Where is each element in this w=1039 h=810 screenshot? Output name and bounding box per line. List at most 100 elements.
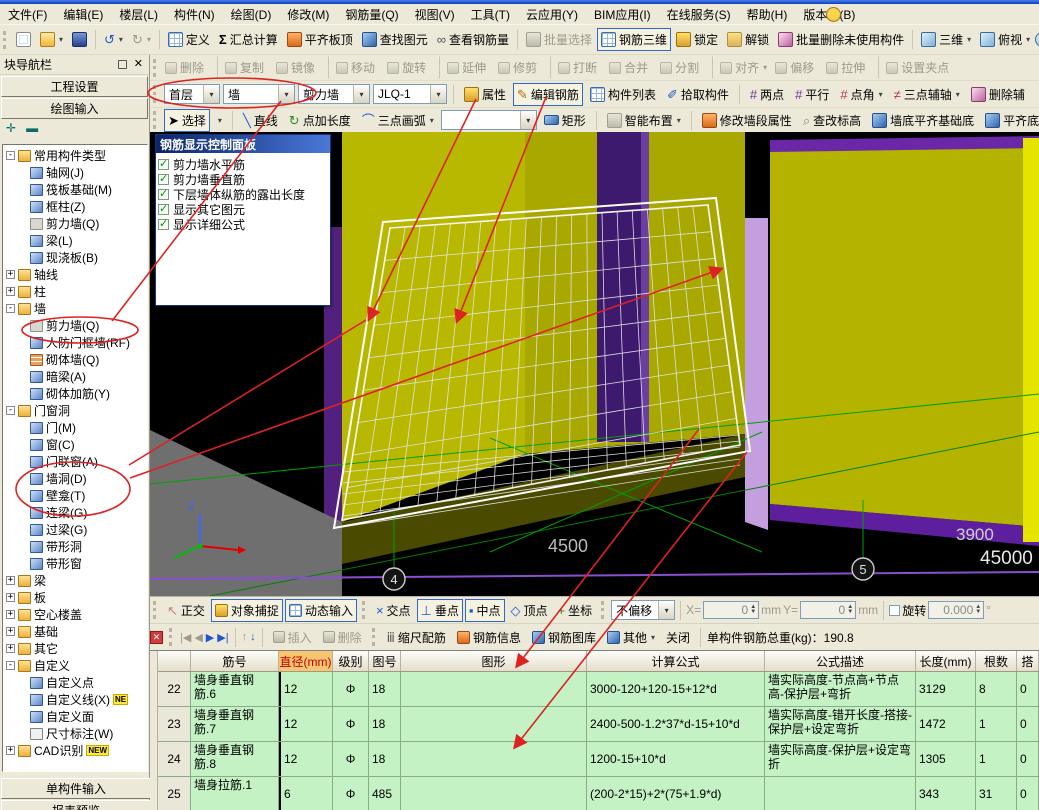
toolbar-handle[interactable] [371,628,377,646]
batch-select-button[interactable]: 批量选择 [522,28,596,51]
menu-item[interactable]: 工具(T) [463,4,518,25]
panel-option[interactable]: ✓ 显示其它图元 [158,202,328,217]
rebar-name-cell[interactable]: 墙身垂直钢筋.6 [191,672,279,706]
tree-item[interactable]: 连梁(G) [3,504,147,521]
expand-toggle[interactable]: + [6,644,15,653]
menu-item[interactable]: 视图(V) [407,4,463,25]
tree-item[interactable]: - 自定义 [3,657,147,674]
rotate-input[interactable]: 0.000 ▲ ▼ [928,601,985,619]
length-cell[interactable]: 1305 [916,742,976,776]
expand-all-icon[interactable]: ✛ [6,121,16,135]
toolbar-handle[interactable] [153,58,158,77]
point-angle-axis-button[interactable]: # 点角 ▾ [836,83,886,106]
row-number[interactable]: 25 [158,777,191,810]
count-cell[interactable]: 1 [976,742,1017,776]
count-cell[interactable]: 1 [976,707,1017,741]
coordinate-button[interactable]: + 坐标 [554,599,597,622]
select-button[interactable]: ➤ 选择 [164,108,210,132]
menu-item[interactable]: 编辑(E) [55,4,111,25]
checkbox-checked-icon[interactable]: ✓ [158,189,169,200]
row-number[interactable]: 22 [158,672,191,706]
two-points-axis-button[interactable]: # 两点 [746,83,788,106]
tree-item[interactable]: 砌体墙(Q) [3,351,147,368]
formula-desc-cell[interactable]: 墙实际高度-错开长度-搭接-保护层+设定弯折 [765,707,916,741]
close-editor-icon[interactable]: ✕ [150,630,163,644]
expand-toggle[interactable]: - [6,661,15,670]
expand-toggle[interactable]: - [6,304,15,313]
tab-report-preview[interactable]: 报表预览 [1,800,151,810]
menu-item[interactable]: 构件(N) [166,4,223,25]
edit-tool-button[interactable]: 延伸 [439,56,494,79]
menu-item[interactable]: 钢筋量(Q) [337,4,406,25]
level-cell[interactable]: Φ [333,672,369,706]
edit-tool-button[interactable]: 合并 [605,56,656,79]
tree-item[interactable]: - 常用构件类型 [3,147,147,164]
category-select[interactable]: 墙 ▾ [223,84,295,104]
helper-avatar-icon[interactable] [826,7,841,22]
align-slab-top-button[interactable]: 平齐板顶 [283,28,357,51]
rebar-info-button[interactable]: 钢筋信息 [453,626,525,649]
tree-item[interactable]: 门联窗(A) [3,453,147,470]
lap-cell[interactable]: 0 [1017,742,1039,776]
offset-mode-select[interactable]: 不偏移 ▾ [611,600,676,620]
formula-desc-cell[interactable] [765,777,916,810]
menu-item[interactable]: 在线服务(S) [659,4,739,25]
tree-item[interactable]: 剪力墙(Q) [3,317,147,334]
lap-cell[interactable]: 0 [1017,707,1039,741]
row-number[interactable]: 23 [158,707,191,741]
vertex-snap-button[interactable]: ◇ 顶点 [507,599,552,622]
diameter-cell[interactable]: 6 [279,777,333,810]
open-file-button[interactable]: ▾ [36,29,67,50]
panel-option[interactable]: ✓ 显示详细公式 [158,217,328,232]
close-icon[interactable]: ✕ [132,59,145,70]
level-cell[interactable]: Φ [333,742,369,776]
check-elevation-button[interactable]: ⌕ 查改标高 [799,109,865,132]
last-row-button[interactable]: ▶| [217,631,228,644]
tree-item[interactable]: + 轴线 [3,266,147,283]
point-add-length-button[interactable]: ↻ 点加长度 [285,109,355,132]
lap-cell[interactable]: 0 [1017,672,1039,706]
table-row[interactable]: 25 墙身拉筋.1 6 Φ 485 170 (200-2*15)+2*(75+1… [158,777,1039,810]
edit-tool-button[interactable]: 修剪 [494,56,545,79]
menu-item[interactable]: 绘图(D) [223,4,280,25]
delete-row-button[interactable]: 删除 [319,626,366,649]
prev-row-button[interactable]: ◀ [194,631,202,644]
tree-item[interactable]: + 基础 [3,623,147,640]
midpoint-snap-button[interactable]: ▪ 中点 [464,598,505,622]
toolbar-handle[interactable] [153,85,158,103]
shape-cell[interactable]: 120 1185 [401,742,587,776]
arc-3pt-button[interactable]: ⌒ 三点画弧 ▾ [358,109,438,132]
arc-mode-select[interactable]: ▾ [440,110,537,130]
tree-item[interactable]: 剪力墙(Q) [3,215,147,232]
toolbar-handle[interactable] [169,628,174,646]
edit-tool-button[interactable]: 拉伸 [822,56,873,79]
diameter-cell[interactable]: 12 [279,672,333,706]
menu-item[interactable]: 楼层(L) [111,4,166,25]
object-snap-button[interactable]: 对象捕捉 [210,598,283,622]
shape-cell[interactable]: 170 [401,777,587,810]
undo-button[interactable]: ↺ ▾ [100,30,127,49]
move-up-button[interactable]: ↑ [242,631,248,643]
tree-item[interactable]: 带形洞 [3,538,147,555]
tree-item[interactable]: 暗梁(A) [3,368,147,385]
tree-item[interactable]: 自定义面 [3,708,147,725]
define-button[interactable]: 定义 [164,28,214,51]
table-row[interactable]: 24 墙身垂直钢筋.8 12 Φ 18 120 1185 1200-15+10*… [158,742,1039,777]
tree-item[interactable]: 门(M) [3,419,147,436]
length-cell[interactable]: 343 [916,777,976,810]
edit-tool-button[interactable]: 删除 [161,56,212,79]
tree-item[interactable]: + CAD识别 NEW [3,742,147,759]
zoom-icon[interactable] [1035,32,1039,47]
col-header-level[interactable]: 级别 [333,651,369,671]
col-header-count[interactable]: 根数 [976,651,1017,671]
tree-item[interactable]: 人防门框墙(RF) [3,334,147,351]
rectangle-button[interactable]: 矩形 [540,109,590,132]
edit-tool-button[interactable]: 对齐 ▾ [712,56,771,79]
panel-option[interactable]: ✓ 剪力墙水平筋 [158,157,328,172]
checkbox-checked-icon[interactable]: ✓ [158,174,169,185]
col-header-diameter[interactable]: 直径(mm) [279,651,333,671]
type-select[interactable]: 剪力墙 ▾ [298,84,370,104]
table-row[interactable]: 23 墙身垂直钢筋.7 12 Φ 18 120 1352 2400-500-1.… [158,707,1039,742]
toolbar-handle[interactable] [3,30,8,49]
tree-item[interactable]: 梁(L) [3,232,147,249]
